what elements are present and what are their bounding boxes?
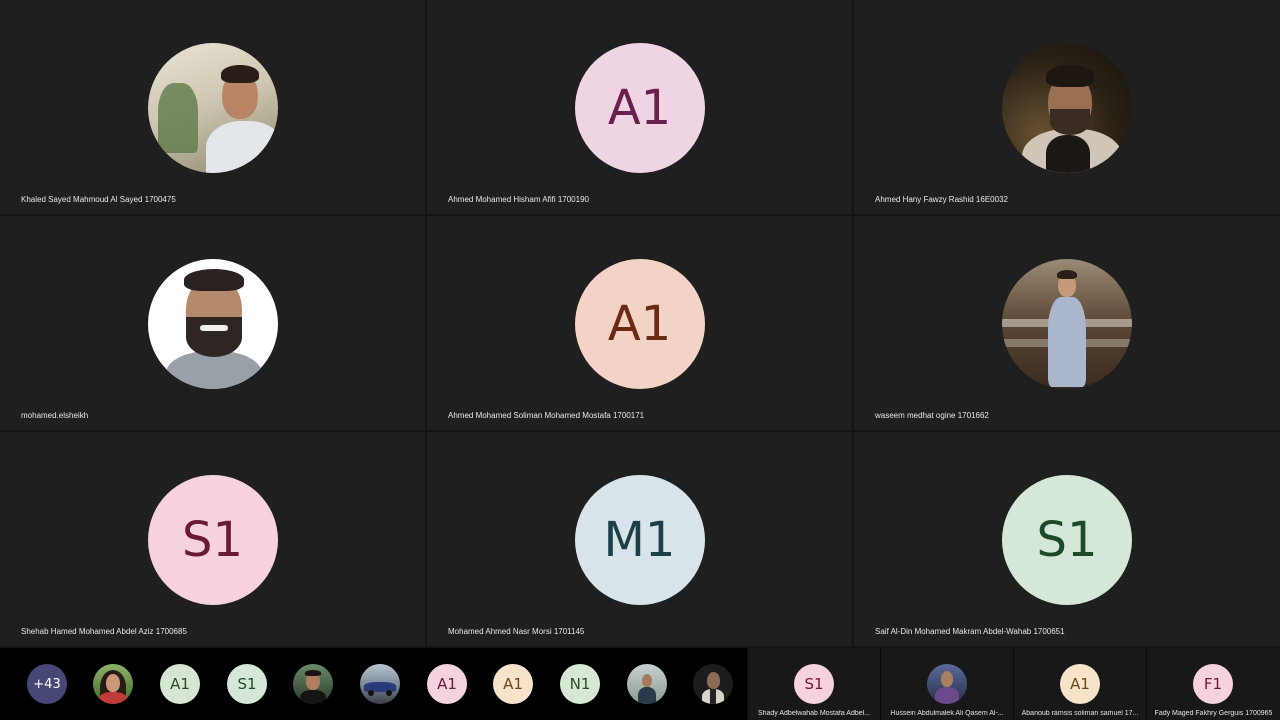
participant-mini-avatar: F1 <box>1193 664 1233 704</box>
participant-mini-avatar[interactable]: A1 <box>493 664 533 704</box>
participant-tile[interactable]: S1 Saif Al-Din Mohamed Makram Abdel-Waha… <box>854 432 1280 646</box>
participant-name: Hussein Abdulmalek Ali Qasem Al-... <box>890 710 1004 717</box>
participant-tile[interactable]: A1 Ahmed Mohamed Hisham Afifi 1700190 <box>427 0 852 214</box>
participant-name: Mohamed Ahmed Nasr Morsi 1701145 <box>448 627 585 636</box>
participant-bar: +43 A1 S1 A1 A1 N1 S1 Shady Adbelwahab M… <box>0 648 1280 720</box>
participant-mini-avatar <box>927 664 967 704</box>
participant-name: Khaled Sayed Mahmoud Al Sayed 1700475 <box>21 195 176 204</box>
participant-name: Saif Al-Din Mohamed Makram Abdel-Wahab 1… <box>875 627 1065 636</box>
participant-tile[interactable]: waseem medhat ogine 1701662 <box>854 216 1280 430</box>
overflow-count: +43 <box>33 676 61 692</box>
participant-name: Ahmed Mohamed Hisham Afifi 1700190 <box>448 195 589 204</box>
avatar-initials: N1 <box>569 675 591 693</box>
participant-side-tile[interactable]: Hussein Abdulmalek Ali Qasem Al-... <box>881 648 1013 720</box>
participant-mini-avatar[interactable] <box>627 664 667 704</box>
participant-side-tile[interactable]: F1 Fady Maged Fakhry Gerguis 1700965 <box>1147 648 1280 720</box>
participant-name: Abanoub ramsis soliman samuel 17... <box>1021 710 1139 717</box>
participant-mini-avatar[interactable] <box>93 664 133 704</box>
avatar-initials: A1 <box>503 675 523 693</box>
participant-avatar <box>1002 259 1132 389</box>
participant-mini-avatar[interactable] <box>693 664 733 704</box>
more-participants-button[interactable]: +43 <box>27 664 67 704</box>
participant-mini-avatar[interactable] <box>293 664 333 704</box>
participant-mini-avatar[interactable]: A1 <box>160 664 200 704</box>
avatar-initials: M1 <box>603 512 676 568</box>
participant-mini-avatar: A1 <box>1060 664 1100 704</box>
participant-initials-avatar: S1 <box>1002 475 1132 605</box>
participant-side-tile[interactable]: S1 Shady Adbelwahab Mostafa Adbel... <box>748 648 880 720</box>
avatar-initials: A1 <box>437 675 457 693</box>
avatar-initials: S1 <box>181 512 243 568</box>
participant-initials-avatar: A1 <box>574 259 705 389</box>
participant-name: mohamed.elsheikh <box>21 411 89 420</box>
participant-avatar <box>147 43 278 173</box>
participant-initials-avatar: M1 <box>574 475 705 605</box>
participant-name: Ahmed Hany Fawzy Rashid 16E0032 <box>875 195 1008 204</box>
participant-name: Fady Maged Fakhry Gerguis 1700965 <box>1154 710 1273 717</box>
participant-grid: Khaled Sayed Mahmoud Al Sayed 1700475 A1… <box>0 0 1280 648</box>
participant-mini-avatar[interactable] <box>360 664 400 704</box>
participant-name: Shehab Hamed Mohamed Abdel Aziz 1700685 <box>21 627 187 636</box>
avatar-initials: S1 <box>237 675 257 693</box>
participant-initials-avatar: S1 <box>147 475 278 605</box>
participant-avatar <box>1002 43 1132 173</box>
participant-avatar <box>147 259 278 389</box>
participant-side-tile[interactable]: A1 Abanoub ramsis soliman samuel 17... <box>1014 648 1146 720</box>
avatar-initials: S1 <box>1036 512 1098 568</box>
avatar-initials: A1 <box>1070 675 1090 693</box>
participant-tile[interactable]: S1 Shehab Hamed Mohamed Abdel Aziz 17006… <box>0 432 425 646</box>
participant-mini-avatar[interactable]: A1 <box>427 664 467 704</box>
participant-name: waseem medhat ogine 1701662 <box>875 411 989 420</box>
participant-mini-avatar: S1 <box>794 664 834 704</box>
overflow-strip: +43 A1 S1 A1 A1 N1 <box>0 648 747 720</box>
participant-tile[interactable]: Ahmed Hany Fawzy Rashid 16E0032 <box>854 0 1280 214</box>
participant-name: Ahmed Mohamed Soliman Mohamed Mostafa 17… <box>448 411 645 420</box>
participant-name: Shady Adbelwahab Mostafa Adbel... <box>757 710 871 717</box>
avatar-initials: A1 <box>170 675 190 693</box>
avatar-initials: A1 <box>607 80 672 136</box>
avatar-initials: F1 <box>1203 675 1223 693</box>
participant-tile[interactable]: Khaled Sayed Mahmoud Al Sayed 1700475 <box>0 0 425 214</box>
participant-mini-avatar[interactable]: N1 <box>560 664 600 704</box>
participant-tile[interactable]: M1 Mohamed Ahmed Nasr Morsi 1701145 <box>427 432 852 646</box>
participant-tile[interactable]: mohamed.elsheikh <box>0 216 425 430</box>
participant-initials-avatar: A1 <box>574 43 705 173</box>
participant-tile[interactable]: A1 Ahmed Mohamed Soliman Mohamed Mostafa… <box>427 216 852 430</box>
avatar-initials: S1 <box>804 675 824 693</box>
participant-mini-avatar[interactable]: S1 <box>227 664 267 704</box>
avatar-initials: A1 <box>607 296 672 352</box>
